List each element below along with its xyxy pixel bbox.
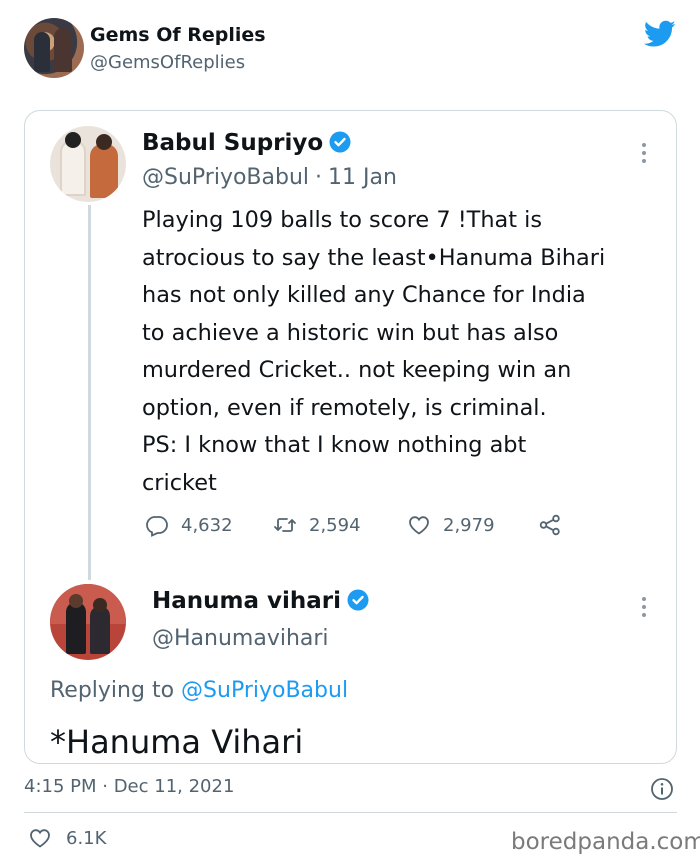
share-button[interactable] bbox=[538, 510, 574, 540]
like-button[interactable]: 6.1K bbox=[28, 826, 106, 850]
like-icon bbox=[409, 516, 429, 535]
share-icon bbox=[539, 514, 560, 536]
thread-connector-line bbox=[88, 205, 91, 580]
more-options-icon[interactable] bbox=[641, 143, 647, 167]
tweet-header: Gems Of Replies @GemsOfReplies bbox=[0, 0, 700, 100]
like-count: 2,979 bbox=[443, 514, 495, 536]
tweet-actions: 4,632 2,594 2,979 bbox=[145, 510, 585, 540]
tweet-text: *Hanuma Vihari bbox=[50, 723, 304, 761]
author-name[interactable]: Babul Supriyo bbox=[142, 130, 351, 156]
replying-to-line: Replying to @SuPriyoBabul bbox=[50, 678, 349, 703]
verified-badge-icon bbox=[347, 589, 369, 611]
like-button[interactable]: 2,979 bbox=[407, 510, 495, 540]
heart-icon bbox=[30, 829, 50, 848]
more-options-icon[interactable] bbox=[641, 597, 647, 621]
author-name[interactable]: Gems Of Replies bbox=[90, 24, 266, 46]
tweet-date[interactable]: 11 Jan bbox=[328, 165, 397, 190]
tweet-timestamp[interactable]: 4:15 PM · Dec 11, 2021 bbox=[24, 776, 234, 797]
divider bbox=[24, 812, 677, 813]
author-handle[interactable]: @SuPriyoBabul bbox=[142, 165, 309, 190]
mention-link[interactable]: @SuPriyoBabul bbox=[181, 678, 348, 703]
info-icon[interactable] bbox=[650, 777, 674, 801]
author-handle[interactable]: @GemsOfReplies bbox=[90, 52, 245, 73]
reply-button[interactable]: 4,632 bbox=[145, 510, 233, 540]
twitter-bird-icon bbox=[644, 20, 676, 47]
reply-icon bbox=[146, 516, 168, 537]
avatar[interactable] bbox=[50, 126, 126, 202]
verified-badge-icon bbox=[329, 131, 351, 153]
retweet-button[interactable]: 2,594 bbox=[273, 510, 361, 540]
reply-count: 4,632 bbox=[181, 514, 233, 536]
avatar[interactable] bbox=[24, 18, 84, 78]
tweet-meta: @SuPriyoBabul · 11 Jan bbox=[142, 165, 397, 190]
like-count: 6.1K bbox=[66, 827, 107, 849]
retweet-count: 2,594 bbox=[309, 514, 361, 536]
retweet-icon bbox=[274, 518, 296, 532]
watermark: boredpanda.com bbox=[511, 829, 700, 855]
author-name[interactable]: Hanuma vihari bbox=[152, 588, 369, 614]
avatar[interactable] bbox=[50, 584, 126, 660]
author-handle[interactable]: @Hanumavihari bbox=[152, 626, 329, 651]
tweet-text: Playing 109 balls to score 7 !That is at… bbox=[142, 207, 606, 496]
